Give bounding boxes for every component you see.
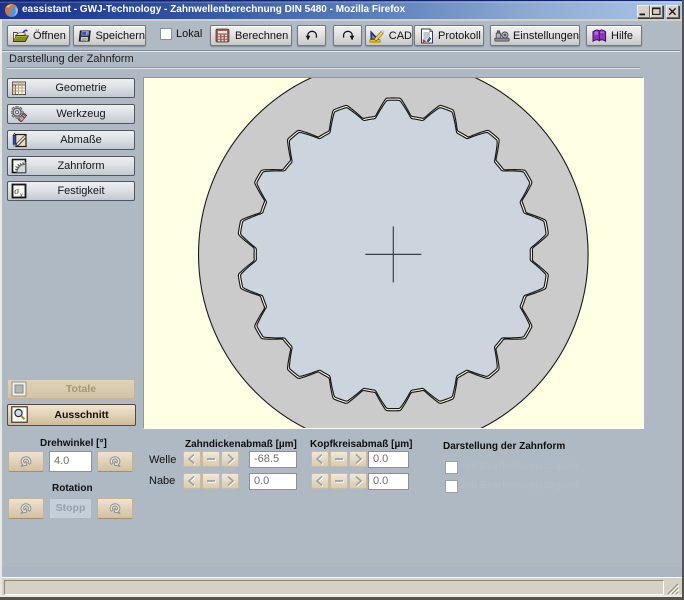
svg-text:x: x [19, 190, 24, 199]
svg-text:σ: σ [14, 187, 19, 197]
